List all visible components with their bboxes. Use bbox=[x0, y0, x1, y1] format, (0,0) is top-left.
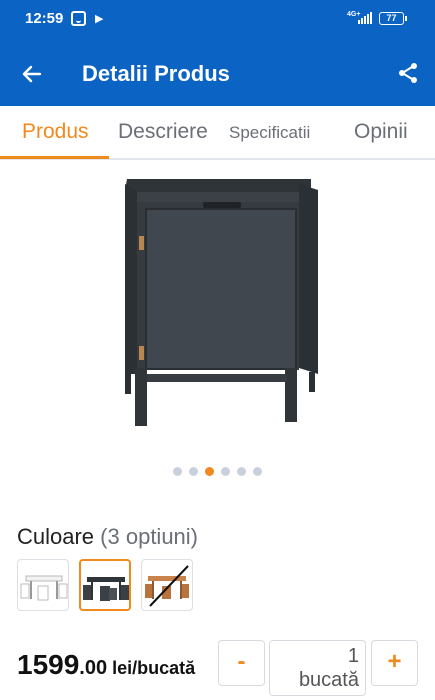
gallery-dots bbox=[173, 467, 273, 477]
price-unit: lei/bucată bbox=[107, 658, 196, 678]
notification-icon bbox=[71, 11, 86, 26]
price-decimal: .00 bbox=[79, 657, 108, 679]
color-option-black[interactable] bbox=[79, 559, 131, 611]
tab-descriere[interactable]: Descriere bbox=[118, 120, 208, 144]
product-price: 1599.00 lei/bucată bbox=[17, 649, 195, 681]
play-icon: ▶ bbox=[95, 13, 104, 25]
product-image[interactable] bbox=[113, 176, 323, 428]
app-bar: 12:59 ▶ 4G+ 77 Detalii Produs bbox=[0, 0, 435, 106]
gallery-dot[interactable] bbox=[221, 467, 230, 476]
color-option-white[interactable] bbox=[17, 559, 69, 611]
status-time: 12:59 bbox=[25, 10, 64, 27]
tab-indicator bbox=[0, 156, 109, 159]
gallery-dot[interactable] bbox=[173, 467, 182, 476]
color-count: (3 optiuni) bbox=[100, 524, 199, 549]
gallery-dot-active[interactable] bbox=[205, 467, 214, 476]
price-integer: 1599 bbox=[17, 649, 80, 680]
tab-specificatii[interactable]: Specificatii bbox=[229, 123, 310, 143]
gallery-dot[interactable] bbox=[237, 467, 246, 476]
tab-produs[interactable]: Produs bbox=[22, 120, 89, 144]
black-table-icon bbox=[83, 577, 129, 601]
color-option-wood-unavailable[interactable] bbox=[141, 559, 193, 611]
white-table-icon bbox=[20, 575, 68, 601]
quantity-value: 1 bbox=[347, 645, 359, 667]
gallery-dot[interactable] bbox=[253, 467, 262, 476]
color-heading: Culoare (3 optiuni) bbox=[17, 524, 198, 550]
battery-icon: 77 bbox=[379, 12, 407, 25]
status-bar: 12:59 ▶ 4G+ 77 bbox=[0, 0, 435, 36]
quantity-unit: bucată bbox=[298, 669, 359, 691]
tab-bar: Produs Descriere Specificatii Opinii bbox=[0, 106, 435, 160]
page-title: Detalii Produs bbox=[82, 61, 230, 86]
back-arrow-icon[interactable] bbox=[20, 62, 44, 86]
color-label: Culoare bbox=[17, 524, 95, 549]
gallery-dot[interactable] bbox=[189, 467, 198, 476]
wood-table-icon bbox=[145, 565, 189, 607]
quantity-increase-button[interactable]: + bbox=[371, 640, 418, 686]
tab-opinii[interactable]: Opinii bbox=[354, 120, 408, 144]
share-icon[interactable] bbox=[396, 61, 420, 85]
quantity-decrease-button[interactable]: - bbox=[218, 640, 265, 686]
signal-icon bbox=[358, 12, 372, 24]
quantity-input[interactable]: 1 bucată bbox=[269, 640, 366, 696]
